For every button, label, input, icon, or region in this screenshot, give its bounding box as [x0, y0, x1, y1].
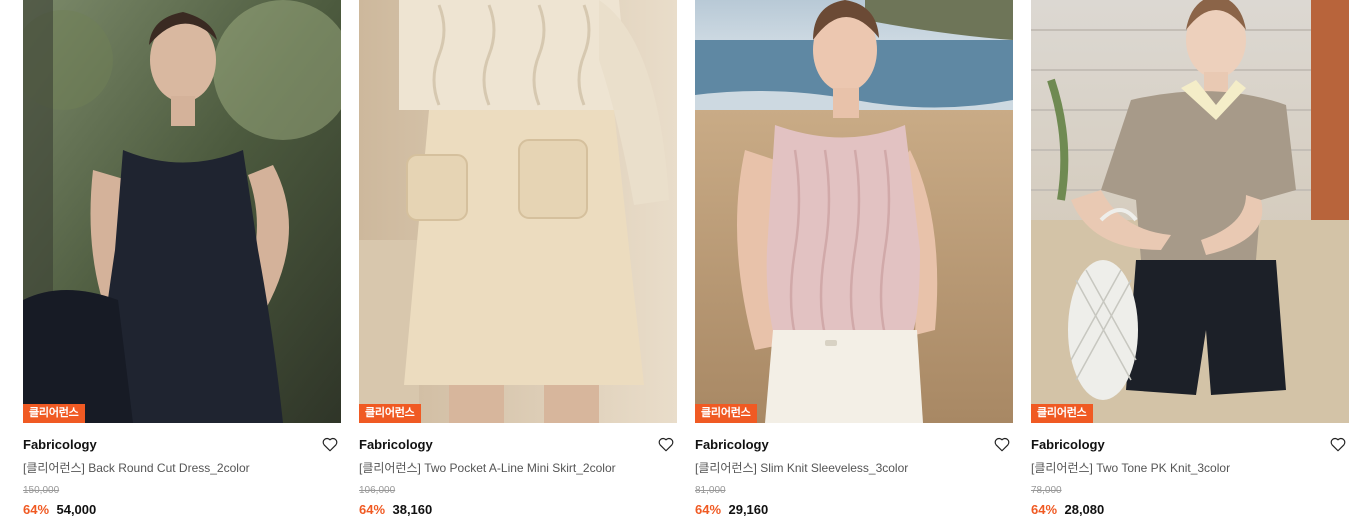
- brand-name[interactable]: Fabricology: [1031, 437, 1349, 453]
- heart-outline-icon[interactable]: [321, 435, 339, 453]
- price-row: 64% 28,080: [1031, 502, 1349, 518]
- brand-name[interactable]: Fabricology: [695, 437, 1013, 453]
- clearance-badge: 클리어런스: [23, 404, 85, 423]
- discount-rate: 64%: [359, 502, 386, 517]
- sale-price: 54,000: [56, 502, 97, 517]
- sale-price: 38,160: [392, 502, 433, 517]
- heart-outline-icon[interactable]: [1329, 435, 1347, 453]
- product-name[interactable]: [클리어런스] Back Round Cut Dress_2color: [23, 461, 341, 476]
- price-row: 64% 38,160: [359, 502, 677, 518]
- product-name[interactable]: [클리어런스] Two Tone PK Knit_3color: [1031, 461, 1349, 476]
- sale-price: 29,160: [728, 502, 769, 517]
- heart-outline-icon[interactable]: [993, 435, 1011, 453]
- original-price: 78,000: [1031, 485, 1062, 496]
- product-name[interactable]: [클리어런스] Slim Knit Sleeveless_3color: [695, 461, 1013, 476]
- clearance-badge: 클리어런스: [1031, 404, 1093, 423]
- product-card[interactable]: 클리어런스 Fabricology [클리어런스] Back Round Cut…: [23, 0, 341, 520]
- heart-outline-icon[interactable]: [657, 435, 675, 453]
- price-row: 64% 54,000: [23, 502, 341, 518]
- product-image[interactable]: 클리어런스: [695, 0, 1013, 423]
- product-image[interactable]: 클리어런스: [1031, 0, 1349, 423]
- original-price: 81,000: [695, 485, 726, 496]
- original-price: 106,000: [359, 485, 396, 496]
- sale-price: 28,080: [1064, 502, 1105, 517]
- discount-rate: 64%: [23, 502, 50, 517]
- product-image[interactable]: 클리어런스: [23, 0, 341, 423]
- product-card[interactable]: 클리어런스 Fabricology [클리어런스] Slim Knit Slee…: [695, 0, 1013, 520]
- discount-rate: 64%: [695, 502, 722, 517]
- brand-name[interactable]: Fabricology: [359, 437, 677, 453]
- discount-rate: 64%: [1031, 502, 1058, 517]
- brand-name[interactable]: Fabricology: [23, 437, 341, 453]
- price-row: 64% 29,160: [695, 502, 1013, 518]
- product-name[interactable]: [클리어런스] Two Pocket A-Line Mini Skirt_2co…: [359, 461, 677, 476]
- product-card[interactable]: 클리어런스 Fabricology [클리어런스] Two Tone PK Kn…: [1031, 0, 1349, 520]
- clearance-badge: 클리어런스: [359, 404, 421, 423]
- original-price: 150,000: [23, 485, 60, 496]
- clearance-badge: 클리어런스: [695, 404, 757, 423]
- product-grid: 클리어런스 Fabricology [클리어런스] Back Round Cut…: [0, 0, 1354, 520]
- product-card[interactable]: 클리어런스 Fabricology [클리어런스] Two Pocket A-L…: [359, 0, 677, 520]
- product-image[interactable]: 클리어런스: [359, 0, 677, 423]
